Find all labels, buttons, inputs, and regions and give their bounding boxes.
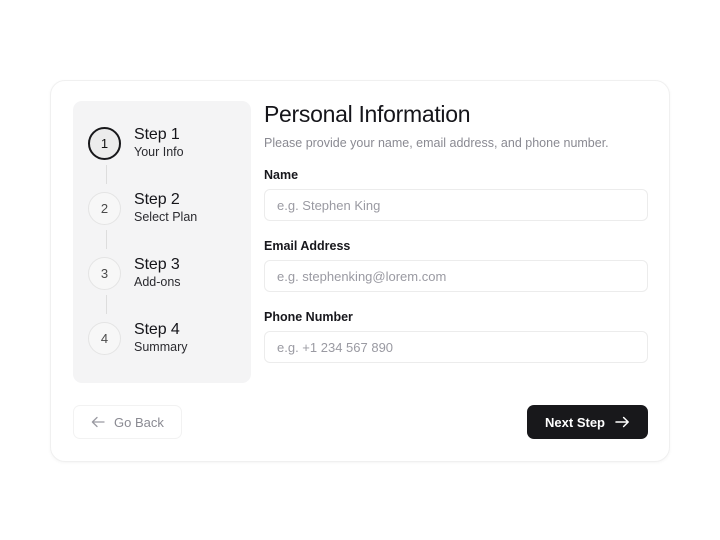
step-list: 1 Step 1 Your Info 2 Step 2 Select Plan … bbox=[73, 101, 251, 362]
sidebar-step-1[interactable]: 1 Step 1 Your Info bbox=[73, 119, 251, 184]
step-2-number-badge: 2 bbox=[88, 191, 121, 225]
email-field-group: Email Address bbox=[264, 239, 648, 292]
multi-step-form-card: 1 Step 1 Your Info 2 Step 2 Select Plan … bbox=[50, 80, 670, 462]
name-input[interactable] bbox=[264, 189, 648, 221]
step-3-title: Step 3 bbox=[134, 256, 180, 274]
step-4-text: Step 4 Summary bbox=[134, 321, 187, 355]
step-2-text: Step 2 Select Plan bbox=[134, 191, 197, 225]
phone-field-group: Phone Number bbox=[264, 310, 648, 363]
step-3-number-badge: 3 bbox=[88, 256, 121, 290]
phone-input[interactable] bbox=[264, 331, 648, 363]
step-4-number-badge: 4 bbox=[88, 321, 121, 355]
sidebar-step-4[interactable]: 4 Step 4 Summary bbox=[73, 314, 251, 362]
name-field-label: Name bbox=[264, 168, 299, 182]
step-3-subtitle: Add-ons bbox=[134, 275, 181, 290]
go-back-button[interactable]: Go Back bbox=[73, 405, 182, 439]
step-1-title: Step 1 bbox=[134, 126, 180, 144]
next-step-label: Next Step bbox=[545, 414, 605, 430]
step-1-subtitle: Your Info bbox=[134, 145, 184, 160]
name-field-group: Name bbox=[264, 168, 648, 221]
next-step-button[interactable]: Next Step bbox=[527, 405, 648, 439]
page-title: Personal Information bbox=[264, 101, 471, 127]
arrow-right-icon bbox=[615, 416, 630, 428]
step-2-subtitle: Select Plan bbox=[134, 210, 198, 225]
sidebar-step-2[interactable]: 2 Step 2 Select Plan bbox=[73, 184, 251, 249]
sidebar-step-3[interactable]: 3 Step 3 Add-ons bbox=[73, 249, 251, 314]
step-2-title: Step 2 bbox=[134, 191, 180, 209]
email-input[interactable] bbox=[264, 260, 648, 292]
step-4-title: Step 4 bbox=[134, 321, 180, 339]
step-1-number-badge: 1 bbox=[88, 126, 121, 160]
step-1-text: Step 1 Your Info bbox=[134, 126, 184, 160]
phone-field-label: Phone Number bbox=[264, 310, 353, 324]
go-back-label: Go Back bbox=[114, 414, 164, 430]
form-panel: Personal Information Please provide your… bbox=[264, 101, 648, 363]
app-root: 1 Step 1 Your Info 2 Step 2 Select Plan … bbox=[0, 0, 720, 540]
step-4-subtitle: Summary bbox=[134, 340, 188, 355]
form-footer: Go Back Next Step bbox=[73, 403, 648, 441]
email-field-label: Email Address bbox=[264, 239, 351, 253]
step-3-text: Step 3 Add-ons bbox=[134, 256, 181, 290]
step-sidebar: 1 Step 1 Your Info 2 Step 2 Select Plan … bbox=[73, 101, 251, 383]
arrow-left-icon bbox=[91, 416, 105, 428]
page-subtitle: Please provide your name, email address,… bbox=[264, 136, 609, 150]
